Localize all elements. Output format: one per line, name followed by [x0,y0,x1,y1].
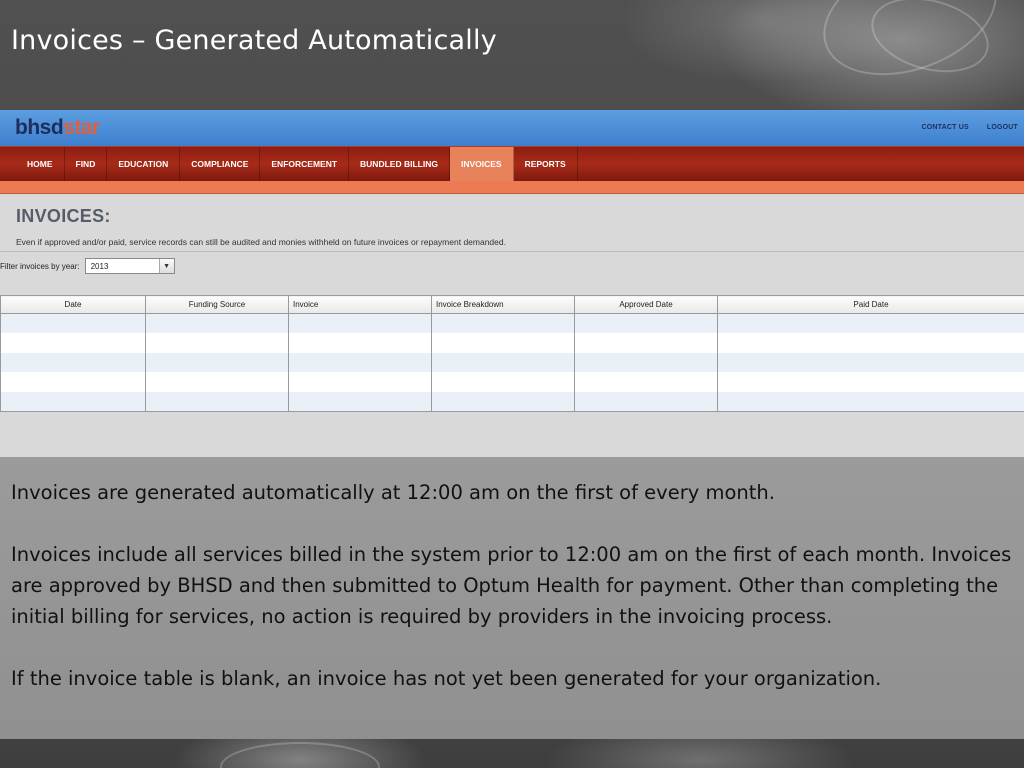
column-header-invoice-breakdown[interactable]: Invoice Breakdown [431,295,575,314]
top-links: CONTACT US LOGOUT [921,124,1018,131]
table-cell [574,372,718,392]
logo-text-primary: bhsd [15,116,64,139]
note-paragraph: Invoices are generated automatically at … [11,481,775,504]
table-cell [288,391,432,412]
sub-nav-bar [0,181,1024,194]
nav-bundled-billing[interactable]: BUNDLED BILLING [349,147,450,181]
page-content: INVOICES: Even if approved and/or paid, … [0,194,1024,274]
note-paragraph: Invoices include all services billed in … [11,543,1012,628]
chevron-down-icon[interactable]: ▼ [158,259,174,273]
table-cell [0,391,146,412]
year-select[interactable]: 2013 ▼ [84,258,175,274]
nav-enforcement[interactable]: ENFORCEMENT [260,147,350,181]
year-filter: Filter invoices by year: 2013 ▼ [0,258,1024,274]
table-row [0,372,1024,392]
table-cell [288,313,432,333]
notes-box: Invoices are generated automatically at … [0,457,1024,739]
table-header-row: Date Funding Source Invoice Invoice Brea… [0,295,1024,314]
note-paragraph: If the invoice table is blank, an invoic… [11,667,882,690]
table-cell [145,313,289,333]
table-cell [0,372,146,392]
table-cell [431,313,575,333]
table-cell [431,352,575,372]
contact-us-link[interactable]: CONTACT US [921,124,968,131]
app-screenshot: bhsdstar CONTACT US LOGOUT HOME FIND EDU… [0,110,1024,457]
column-header-date[interactable]: Date [0,295,146,314]
nav-reports[interactable]: REPORTS [514,147,578,181]
column-header-approved-date[interactable]: Approved Date [574,295,718,314]
app-logo[interactable]: bhsdstar [15,116,100,140]
table-cell [574,333,718,353]
table-cell [717,313,1024,333]
slide-title: Invoices – Generated Automatically [11,25,497,56]
nav-find[interactable]: FIND [65,147,108,181]
table-cell [288,352,432,372]
table-row [0,333,1024,353]
table-cell [574,352,718,372]
filter-label: Filter invoices by year: [0,261,80,271]
nav-invoices[interactable]: INVOICES [449,147,514,181]
divider [0,251,1024,252]
table-cell [574,313,718,333]
table-cell [431,333,575,353]
table-row [0,352,1024,372]
table-cell [0,333,146,353]
smoke-swirl-decoration [220,742,380,768]
table-cell [431,372,575,392]
app-header: bhsdstar CONTACT US LOGOUT [0,110,1024,146]
table-cell [717,333,1024,353]
page-heading: INVOICES: [16,206,111,226]
table-row [0,313,1024,333]
table-cell [0,352,146,372]
table-row [0,391,1024,412]
table-cell [431,391,575,412]
table-cell [288,333,432,353]
table-cell [574,391,718,412]
table-cell [717,352,1024,372]
logo-text-accent: star [63,116,100,139]
column-header-invoice[interactable]: Invoice [288,295,432,314]
year-select-value: 2013 [90,261,109,271]
page-description: Even if approved and/or paid, service re… [16,237,506,247]
column-header-funding-source[interactable]: Funding Source [145,295,289,314]
nav-home[interactable]: HOME [16,147,65,181]
column-header-paid-date[interactable]: Paid Date [717,295,1024,314]
logout-link[interactable]: LOGOUT [987,124,1018,131]
nav-compliance[interactable]: COMPLIANCE [180,147,261,181]
table-cell [145,372,289,392]
table-cell [145,352,289,372]
table-cell [717,372,1024,392]
table-cell [288,372,432,392]
main-nav: HOME FIND EDUCATION COMPLIANCE ENFORCEME… [0,146,1024,181]
nav-education[interactable]: EDUCATION [107,147,181,181]
table-cell [145,333,289,353]
table-cell [717,391,1024,412]
table-cell [0,313,146,333]
table-cell [145,391,289,412]
invoices-table: Date Funding Source Invoice Invoice Brea… [0,295,1024,412]
